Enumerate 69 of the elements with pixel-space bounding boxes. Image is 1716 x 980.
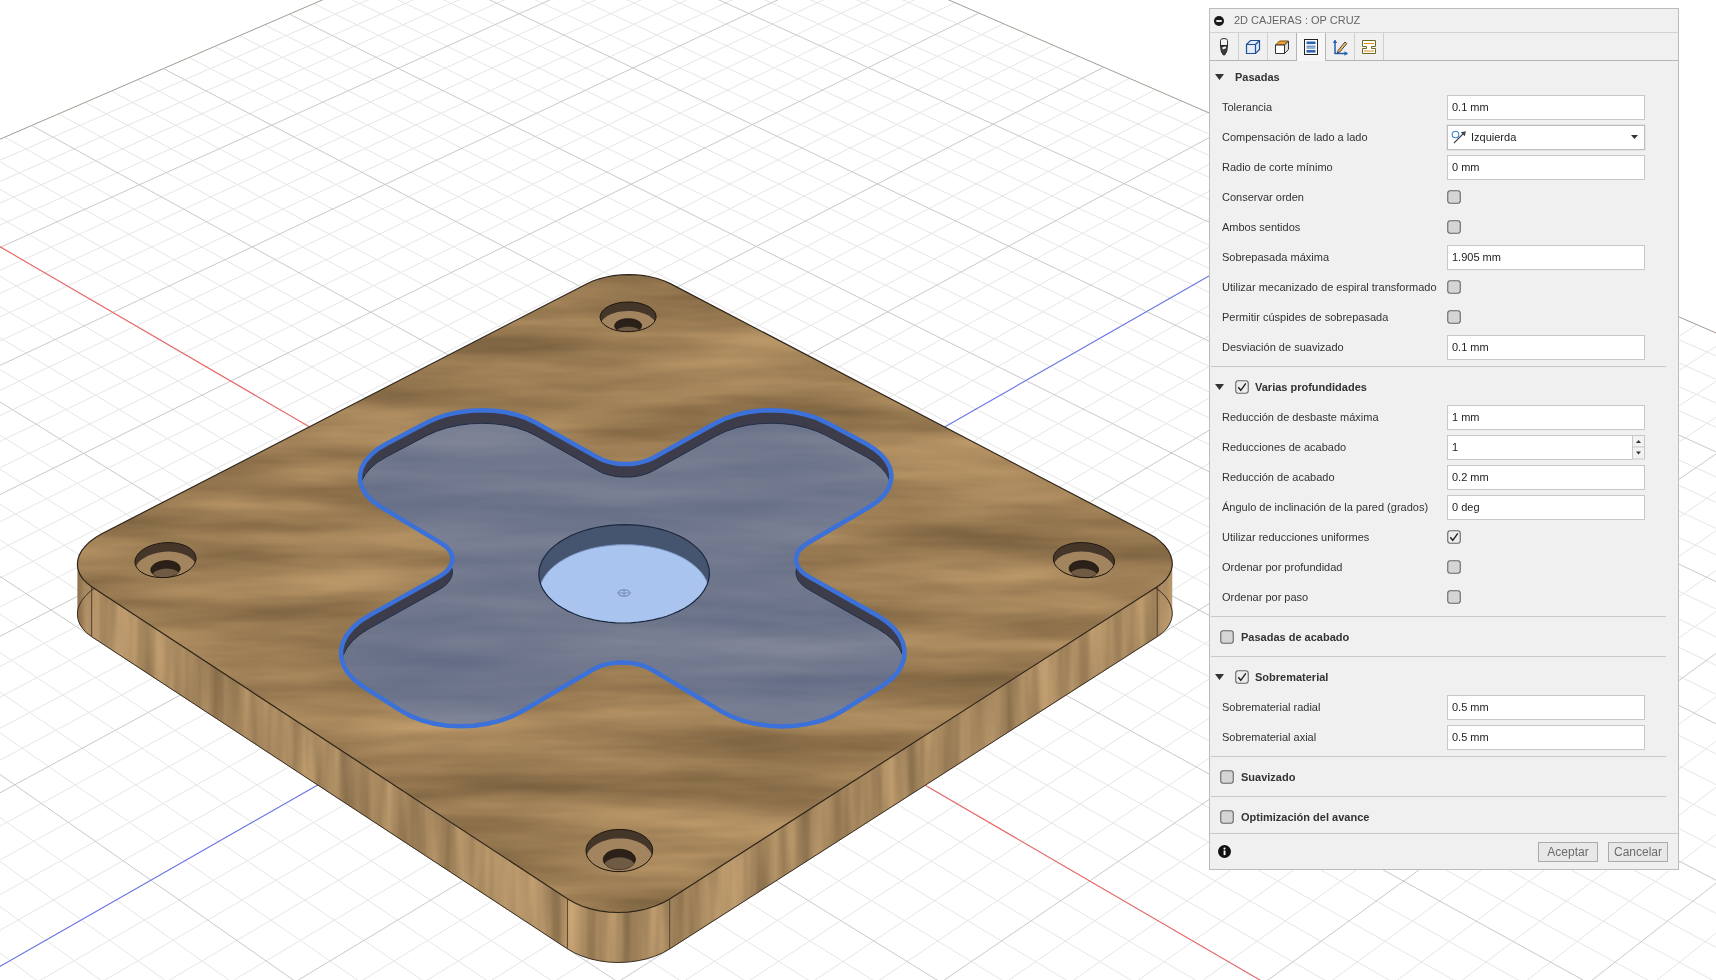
cube-icon (1244, 37, 1262, 56)
checkbox[interactable] (1220, 630, 1234, 644)
input-field[interactable]: 1 mm (1447, 404, 1645, 430)
bolt-hole-drawing (134, 542, 197, 579)
field-label: Conservar orden (1222, 189, 1305, 205)
panel-tab[interactable] (1296, 33, 1326, 61)
layered-box-icon (1273, 37, 1291, 56)
checkbox[interactable] (1447, 590, 1461, 604)
field-label: Permitir cúspides de sobrepasada (1222, 309, 1390, 325)
checkbox[interactable] (1447, 280, 1461, 294)
checkbox[interactable] (1447, 190, 1461, 204)
field-label: Compensación de lado a lado (1222, 129, 1369, 145)
expand-caret-icon[interactable] (1215, 674, 1224, 680)
checkbox[interactable] (1447, 560, 1461, 574)
bolt-hole-drawing (585, 828, 654, 873)
field-label: Reducción de acabado (1222, 469, 1336, 485)
input-field[interactable]: 0.5 mm (1447, 724, 1645, 750)
input-field[interactable]: 0 deg (1447, 494, 1645, 520)
field-label: Sobrematerial axial (1222, 729, 1318, 745)
checkbox[interactable] (1447, 310, 1461, 324)
number-field[interactable]: 1 (1447, 434, 1632, 460)
field-label: Sobrepasada máxima (1222, 249, 1330, 265)
input-field[interactable]: 0.1 mm (1447, 334, 1645, 360)
expand-caret-icon[interactable] (1215, 74, 1224, 80)
field-label: Ordenar por paso (1222, 589, 1310, 605)
step-profile-icon (1360, 37, 1378, 56)
input-field[interactable]: 1.905 mm (1447, 244, 1645, 270)
bolt-hole-drawing (1052, 542, 1115, 579)
field-label: Radio de corte mínimo (1222, 159, 1334, 175)
dialog-button[interactable]: Cancelar (1608, 841, 1668, 862)
input-field[interactable]: 0.5 mm (1447, 694, 1645, 720)
checkbox[interactable] (1447, 530, 1461, 544)
field-label: Sobrematerial radial (1222, 699, 1322, 715)
field-label: Desviación de suavizado (1222, 339, 1345, 355)
field-label: Reducción de desbaste máxima (1222, 409, 1380, 425)
field-label: Reducciones de acabado (1222, 439, 1348, 455)
spin-down-icon[interactable] (1632, 447, 1645, 460)
bolt-hole-drawing (599, 301, 657, 333)
field-label: Ángulo de inclinación de la pared (grados) (1222, 499, 1430, 515)
checkbox[interactable] (1220, 770, 1234, 784)
input-field[interactable]: 0 mm (1447, 154, 1645, 180)
horizontal-lines-icon (1302, 38, 1320, 56)
input-field[interactable]: 0.1 mm (1447, 94, 1645, 120)
field-label: Utilizar reducciones uniformes (1222, 529, 1371, 545)
section-title[interactable]: Suavizado (1241, 768, 1296, 786)
circle-arrow-icon (1451, 130, 1467, 144)
section-title[interactable]: Pasadas (1235, 68, 1280, 86)
dialog-button[interactable]: Aceptar (1538, 841, 1598, 862)
origin-marker-icon (618, 589, 631, 597)
checkbox[interactable] (1235, 380, 1249, 394)
field-label: Ordenar por profundidad (1222, 559, 1344, 575)
section-title[interactable]: Pasadas de acabado (1241, 628, 1350, 646)
section-title[interactable]: Optimización del avance (1241, 808, 1370, 826)
dialog-title: 2D CAJERAS : OP CRUZ (1234, 13, 1361, 29)
info-icon[interactable] (1218, 845, 1231, 858)
section-title[interactable]: Sobrematerial (1255, 668, 1329, 686)
checkbox[interactable] (1220, 810, 1234, 824)
field-label: Tolerancia (1222, 99, 1274, 115)
spin-up-icon[interactable] (1632, 434, 1645, 447)
input-field[interactable]: 0.2 mm (1447, 464, 1645, 490)
field-label: Utilizar mecanizado de espiral transformado (1222, 279, 1438, 295)
dropdown-caret-icon (1631, 135, 1638, 139)
checkbox[interactable] (1447, 220, 1461, 234)
field-label: Ambos sentidos (1222, 219, 1302, 235)
checkbox[interactable] (1235, 670, 1249, 684)
expand-caret-icon[interactable] (1215, 384, 1224, 390)
section-title[interactable]: Varias profundidades (1255, 378, 1367, 396)
dropdown[interactable]: Izquierda (1447, 124, 1645, 150)
collapse-icon[interactable] (1214, 15, 1224, 26)
